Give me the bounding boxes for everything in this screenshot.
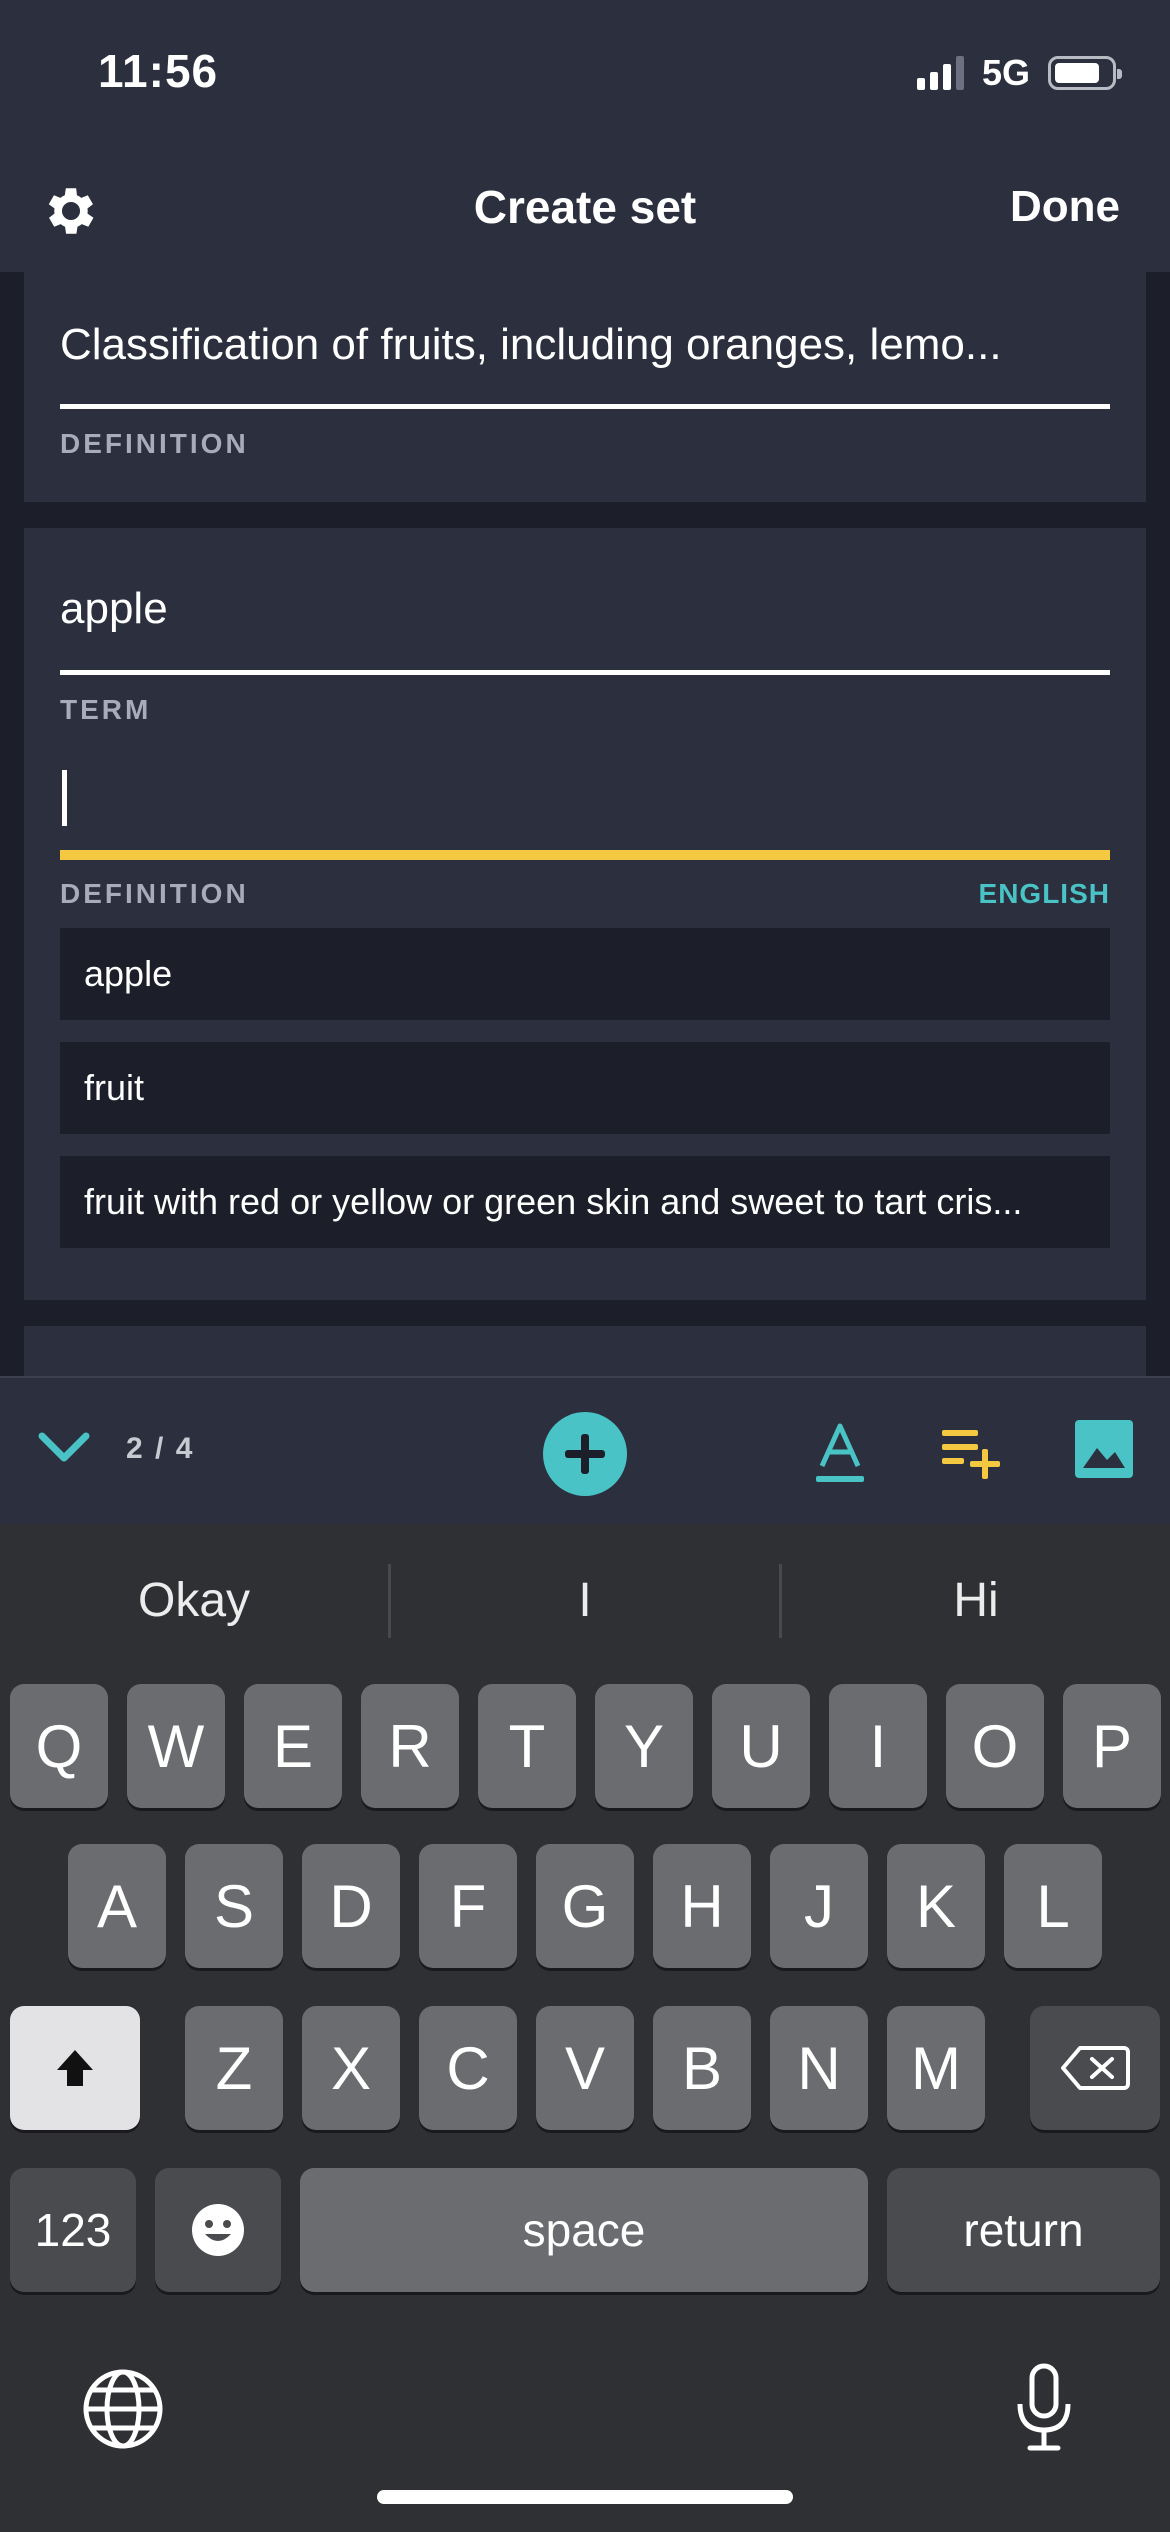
done-button[interactable]: Done (1010, 182, 1120, 232)
status-bar: 11:56 5G (0, 0, 1170, 150)
shift-icon (57, 2050, 93, 2086)
definition-underline-1 (60, 404, 1110, 409)
globe-icon[interactable] (82, 2368, 164, 2450)
key-h[interactable]: H (653, 1844, 751, 1968)
key-n[interactable]: N (770, 2006, 868, 2130)
shift-key[interactable] (10, 2006, 140, 2130)
key-g[interactable]: G (536, 1844, 634, 1968)
add-card-button[interactable] (543, 1412, 627, 1496)
battery-icon (1048, 56, 1122, 90)
key-f[interactable]: F (419, 1844, 517, 1968)
key-s[interactable]: S (185, 1844, 283, 1968)
prediction-item[interactable]: Hi (782, 1524, 1170, 1676)
emoji-icon (192, 2204, 244, 2256)
key-r[interactable]: R (361, 1684, 459, 1808)
predictive-bar: Okay I Hi (0, 1524, 1170, 1676)
suggestion-item[interactable]: fruit (60, 1042, 1110, 1134)
card-counter: 2 / 4 (126, 1432, 195, 1465)
backspace-icon (1061, 2046, 1130, 2090)
key-b[interactable]: B (653, 2006, 751, 2130)
key-w[interactable]: W (127, 1684, 225, 1808)
key-l[interactable]: L (1004, 1844, 1102, 1968)
nav-bar: Create set Done (0, 150, 1170, 272)
key-d[interactable]: D (302, 1844, 400, 1968)
term-card-2: apple TERM DEFINITION ENGLISH apple frui… (24, 528, 1146, 1300)
term-field[interactable]: apple (60, 584, 1110, 634)
key-c[interactable]: C (419, 2006, 517, 2130)
suggestion-item[interactable]: fruit with red or yellow or green skin a… (60, 1156, 1110, 1248)
definition-field-active[interactable] (60, 850, 1110, 860)
numbers-key[interactable]: 123 (10, 2168, 136, 2292)
key-m[interactable]: M (887, 2006, 985, 2130)
suggestion-item[interactable]: apple (60, 928, 1110, 1020)
term-card-1: Classification of fruits, including oran… (24, 272, 1146, 502)
language-button[interactable]: ENGLISH (979, 878, 1110, 910)
prediction-item[interactable]: I (391, 1524, 779, 1676)
definition-label-1: DEFINITION (60, 428, 249, 459)
microphone-icon[interactable] (1012, 2362, 1076, 2454)
definition-field-1[interactable]: Classification of fruits, including oran… (60, 320, 1110, 370)
network-label: 5G (981, 52, 1030, 93)
key-j[interactable]: J (770, 1844, 868, 1968)
return-key[interactable]: return (887, 2168, 1160, 2292)
key-e[interactable]: E (244, 1684, 342, 1808)
editor-toolbar: 2 / 4 (0, 1376, 1170, 1524)
key-q[interactable]: Q (10, 1684, 108, 1808)
text-cursor (62, 770, 67, 826)
add-to-list-icon[interactable] (940, 1424, 1002, 1480)
chevron-down-icon[interactable] (38, 1428, 90, 1468)
prediction-item[interactable]: Okay (0, 1524, 388, 1676)
status-indicators: 5G (916, 52, 1122, 94)
key-x[interactable]: X (302, 2006, 400, 2130)
key-p[interactable]: P (1063, 1684, 1161, 1808)
key-y[interactable]: Y (595, 1684, 693, 1808)
card-list[interactable]: Classification of fruits, including oran… (0, 272, 1170, 1376)
space-key[interactable]: space (300, 2168, 868, 2292)
term-underline (60, 670, 1110, 675)
emoji-key[interactable] (155, 2168, 281, 2292)
key-i[interactable]: I (829, 1684, 927, 1808)
image-icon[interactable] (1075, 1420, 1133, 1478)
keyboard: Okay I Hi Q W E R T Y U I O P A S D F G … (0, 1524, 1170, 2532)
status-time: 11:56 (98, 45, 219, 97)
key-u[interactable]: U (712, 1684, 810, 1808)
definition-label: DEFINITION (60, 878, 249, 909)
term-card-3 (24, 1326, 1146, 1376)
key-k[interactable]: K (887, 1844, 985, 1968)
term-label: TERM (60, 694, 152, 725)
key-o[interactable]: O (946, 1684, 1044, 1808)
key-a[interactable]: A (68, 1844, 166, 1968)
signal-icon (916, 56, 964, 90)
text-format-icon[interactable] (812, 1422, 868, 1486)
key-z[interactable]: Z (185, 2006, 283, 2130)
page-title: Create set (473, 181, 697, 233)
key-v[interactable]: V (536, 2006, 634, 2130)
home-indicator[interactable] (377, 2490, 793, 2504)
delete-key[interactable] (1030, 2006, 1160, 2130)
key-t[interactable]: T (478, 1684, 576, 1808)
